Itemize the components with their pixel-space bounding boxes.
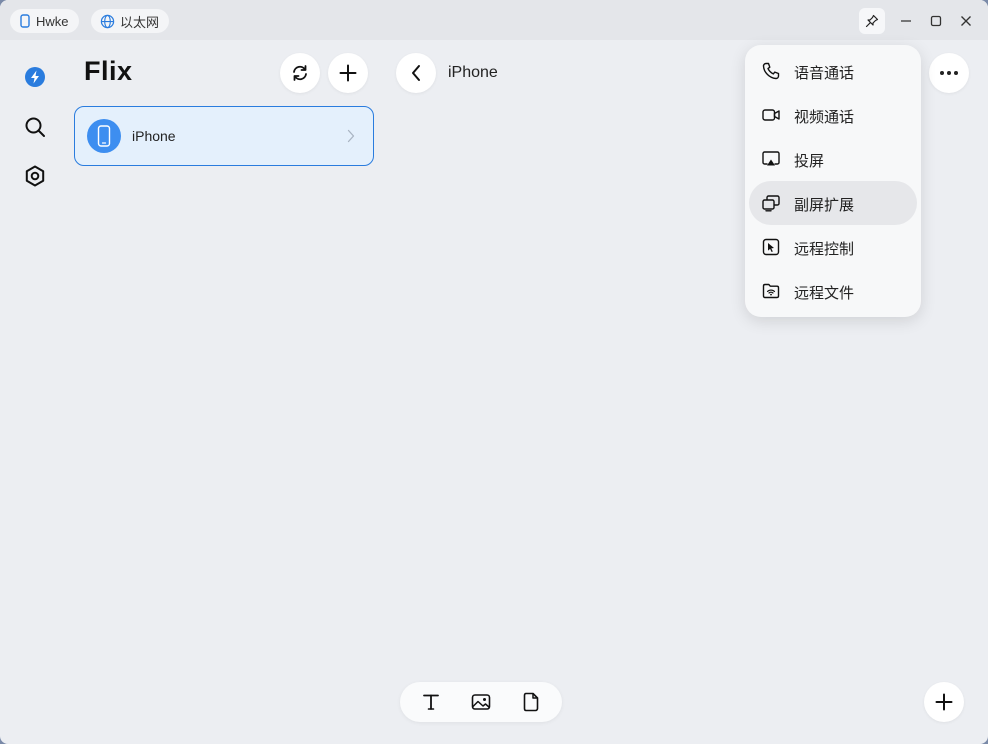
settings-icon (25, 165, 45, 187)
file-tool-button[interactable] (519, 690, 543, 714)
device-actions-menu: 语音通话 视频通话 投屏 副屏扩展 远程控制 远程文件 (745, 45, 921, 317)
video-icon (762, 109, 780, 121)
text-tool-button[interactable] (419, 690, 443, 714)
close-button[interactable] (953, 8, 979, 34)
menu-item-video-call[interactable]: 视频通话 (749, 93, 917, 137)
remote-control-icon (762, 238, 780, 256)
image-tool-button[interactable] (469, 690, 493, 714)
menu-item-screen-cast[interactable]: 投屏 (749, 137, 917, 181)
image-icon (471, 694, 491, 710)
nav-settings[interactable] (22, 163, 48, 189)
extend-screen-icon (762, 195, 780, 212)
phone-icon (762, 62, 780, 80)
device-avatar (87, 119, 121, 153)
title-bar: Hwke 以太网 (0, 0, 988, 40)
network-pill-label: 以太网 (120, 14, 160, 30)
pin-button[interactable] (859, 8, 885, 34)
search-icon (25, 117, 45, 137)
more-button[interactable] (929, 53, 969, 93)
device-card-iphone[interactable]: iPhone (74, 106, 374, 166)
menu-item-label: 投屏 (794, 153, 825, 170)
back-button[interactable] (396, 53, 436, 93)
add-content-button[interactable] (924, 682, 964, 722)
refresh-button[interactable] (280, 53, 320, 93)
device-name: iPhone (132, 128, 176, 144)
pin-icon (865, 14, 879, 28)
nav-search[interactable] (22, 114, 48, 140)
file-icon (523, 692, 539, 712)
menu-item-voice-call[interactable]: 语音通话 (749, 49, 917, 93)
minimize-icon (901, 20, 911, 22)
chevron-right-icon (347, 129, 355, 143)
compose-toolbar (400, 682, 562, 722)
text-icon (423, 694, 439, 710)
flix-logo-icon (25, 67, 45, 87)
add-device-button[interactable] (328, 53, 368, 93)
minimize-button[interactable] (893, 8, 919, 34)
device-pill[interactable]: Hwke (10, 9, 79, 33)
chevron-left-icon (412, 65, 420, 81)
nav-flix[interactable] (22, 64, 48, 90)
menu-item-remote-file[interactable]: 远程文件 (749, 269, 917, 313)
app-window: Hwke 以太网 Flix iPhone iPhone 语音通话 视频通话 投屏… (0, 0, 988, 744)
menu-item-remote-control[interactable]: 远程控制 (749, 225, 917, 269)
menu-item-extend-screen[interactable]: 副屏扩展 (749, 181, 917, 225)
remote-file-icon (762, 283, 780, 299)
menu-item-label: 远程控制 (794, 241, 855, 258)
network-pill[interactable]: 以太网 (91, 9, 170, 33)
menu-item-label: 语音通话 (794, 65, 855, 82)
plus-icon (935, 693, 953, 711)
screen-cast-icon (762, 151, 780, 166)
more-icon (940, 71, 958, 75)
menu-item-label: 视频通话 (794, 109, 855, 126)
globe-icon (100, 14, 115, 28)
maximize-icon (930, 15, 942, 27)
smartphone-icon (97, 125, 111, 147)
app-title: Flix (84, 56, 133, 86)
refresh-icon (293, 65, 307, 81)
close-icon (961, 16, 971, 26)
phone-outline-icon (20, 14, 30, 28)
device-pill-label: Hwke (36, 13, 69, 29)
menu-item-label: 副屏扩展 (794, 197, 855, 214)
maximize-button[interactable] (923, 8, 949, 34)
menu-item-label: 远程文件 (794, 285, 855, 302)
chat-title: iPhone (448, 64, 498, 81)
plus-icon (339, 64, 357, 82)
